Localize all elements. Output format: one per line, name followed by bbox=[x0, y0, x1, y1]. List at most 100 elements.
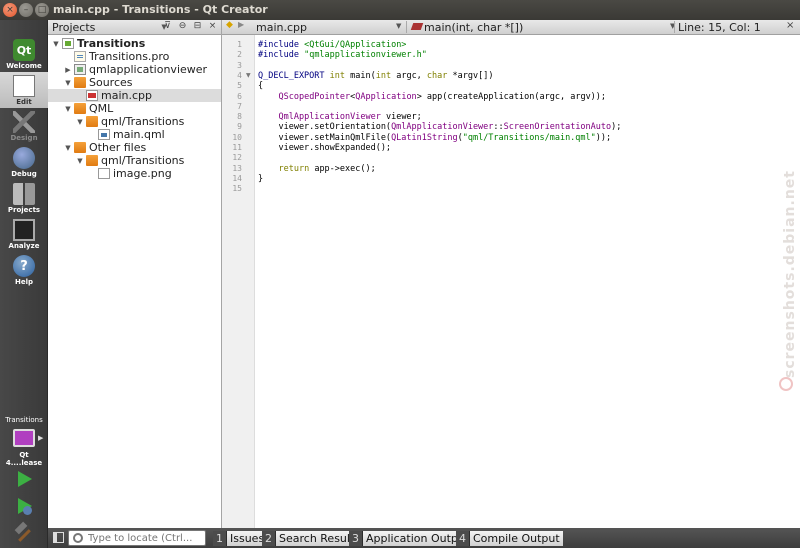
cursor-position[interactable]: Line: 15, Col: 1 bbox=[678, 21, 761, 34]
build-button[interactable] bbox=[14, 523, 34, 543]
start-debugging-button[interactable] bbox=[14, 496, 34, 516]
code-editor[interactable]: 1 2 3 4 ▼ 5 6 7 8 9 10 11 12 13 14 15 #include <QtGui/Q… bbox=[222, 35, 800, 528]
projects-icon bbox=[13, 183, 35, 205]
tree-item-label: main.cpp bbox=[101, 89, 152, 102]
close-document-icon[interactable]: × bbox=[786, 20, 794, 31]
tree-item-label: Sources bbox=[89, 76, 133, 89]
open-documents-combo[interactable]: main.cpp bbox=[256, 21, 307, 34]
tree-item[interactable]: image.png bbox=[48, 167, 221, 180]
tree-item[interactable]: main.cpp bbox=[48, 89, 221, 102]
mode-debug[interactable]: Debug bbox=[0, 144, 48, 180]
mode-label: Welcome bbox=[6, 62, 42, 70]
code-line[interactable]: viewer.setOrientation(QmlApplicationView… bbox=[258, 122, 621, 132]
target-project-label: Transitions bbox=[5, 416, 43, 424]
mode-label: Analyze bbox=[8, 242, 40, 250]
target-kit-label: Qt 4....lease bbox=[5, 451, 43, 467]
collapse-arrow-icon[interactable]: ▼ bbox=[76, 118, 84, 126]
tab-number: 4 bbox=[456, 531, 470, 546]
tree-item[interactable]: main.qml bbox=[48, 128, 221, 141]
output-tab-search-results[interactable]: 2 Search Results bbox=[262, 531, 364, 546]
maximize-window-button[interactable]: □ bbox=[35, 3, 49, 17]
code-line[interactable]: viewer.setMainQmlFile(QLatin1String("qml… bbox=[258, 133, 611, 143]
projects-view-selector[interactable]: Projects bbox=[52, 21, 95, 34]
tree-item-label: qmlapplicationviewer bbox=[89, 63, 208, 76]
expand-arrow-icon[interactable]: ▶ bbox=[64, 66, 72, 74]
mode-help[interactable]: ? Help bbox=[0, 252, 48, 288]
locator[interactable] bbox=[68, 530, 206, 546]
mode-analyze[interactable]: Analyze bbox=[0, 216, 48, 252]
toggle-sidebar-icon[interactable] bbox=[53, 532, 64, 543]
function-symbol-icon bbox=[410, 23, 424, 30]
collapse-arrow-icon[interactable]: ▼ bbox=[64, 79, 72, 87]
line-number-gutter[interactable]: 1 2 3 4 ▼ 5 6 7 8 9 10 11 12 13 14 15 bbox=[222, 35, 255, 528]
mode-edit[interactable]: Edit bbox=[0, 72, 48, 108]
code-line[interactable]: QScopedPointer<QApplication> app(createA… bbox=[258, 92, 606, 102]
qt-logo-icon: Qt bbox=[13, 39, 35, 61]
help-icon: ? bbox=[13, 255, 35, 277]
locator-input[interactable] bbox=[88, 532, 198, 544]
toolbar-separator bbox=[674, 21, 675, 33]
tree-item[interactable]: ▼ Transitions bbox=[48, 37, 221, 50]
chevron-down-icon[interactable]: ▼ bbox=[396, 22, 401, 30]
tree-item-label: Other files bbox=[89, 141, 147, 154]
line-number: 5 bbox=[237, 81, 242, 91]
symbol-combo[interactable]: main(int, char *[]) bbox=[424, 21, 523, 34]
close-panel-icon[interactable]: × bbox=[207, 21, 218, 32]
minimize-icon: – bbox=[23, 4, 29, 15]
tree-item[interactable]: ▶ qmlapplicationviewer bbox=[48, 63, 221, 76]
code-line[interactable]: #include <QtGui/QApplication> bbox=[258, 40, 406, 50]
tree-item[interactable]: ▼ Other files bbox=[48, 141, 221, 154]
folder-icon bbox=[86, 116, 98, 127]
run-button[interactable] bbox=[14, 469, 34, 489]
tree-item[interactable]: ▼ QML bbox=[48, 102, 221, 115]
code-line[interactable]: #include "qmlapplicationviewer.h" bbox=[258, 50, 427, 60]
close-window-button[interactable]: × bbox=[3, 3, 17, 17]
mode-label: Help bbox=[14, 278, 34, 286]
collapse-arrow-icon[interactable]: ▼ bbox=[64, 105, 72, 113]
code-line[interactable]: { bbox=[258, 81, 263, 91]
go-back-icon[interactable]: ◆ bbox=[226, 20, 233, 30]
collapse-arrow-icon[interactable]: ▼ bbox=[64, 144, 72, 152]
minimize-window-button[interactable]: – bbox=[19, 3, 33, 17]
tree-item-label: Transitions bbox=[77, 37, 146, 50]
output-tab-application-output[interactable]: 3 Application Output bbox=[349, 531, 473, 546]
sync-link-icon[interactable]: ⊖ bbox=[177, 21, 188, 32]
go-forward-icon[interactable]: ▶ bbox=[238, 20, 244, 29]
mode-design[interactable]: Design bbox=[0, 108, 48, 144]
mode-projects[interactable]: Projects bbox=[0, 180, 48, 216]
target-selector-monitor-icon[interactable] bbox=[13, 429, 35, 447]
line-number: 13 bbox=[232, 163, 242, 173]
design-icon bbox=[13, 111, 35, 133]
code-line[interactable]: } bbox=[258, 174, 263, 184]
output-tab-issues[interactable]: 1 Issues bbox=[213, 531, 268, 546]
collapse-arrow-icon[interactable]: ▼ bbox=[76, 157, 84, 165]
mode-label: Edit bbox=[16, 98, 32, 106]
filter-icon[interactable]: ⊽ bbox=[162, 21, 173, 32]
folder-icon bbox=[74, 103, 86, 114]
tree-item[interactable]: ▼ Sources bbox=[48, 76, 221, 89]
target-chevron-right-icon[interactable]: ▶ bbox=[38, 434, 43, 442]
code-line[interactable]: Q_DECL_EXPORT int main(int argc, char *a… bbox=[258, 71, 493, 81]
tree-item-label: Transitions.pro bbox=[89, 50, 170, 63]
close-icon: × bbox=[6, 4, 14, 15]
tree-item[interactable]: ▼ qml/Transitions bbox=[48, 115, 221, 128]
split-icon[interactable]: ⊟ bbox=[192, 21, 203, 32]
tree-item-label: qml/Transitions bbox=[101, 154, 185, 167]
output-tab-compile-output[interactable]: 4 Compile Output bbox=[456, 531, 563, 546]
tree-item[interactable]: ▼ qml/Transitions bbox=[48, 154, 221, 167]
tab-number: 1 bbox=[213, 531, 227, 546]
line-number: 7 bbox=[237, 101, 242, 111]
code-line[interactable]: viewer.showExpanded(); bbox=[258, 143, 391, 153]
pri-group-icon bbox=[74, 64, 86, 75]
line-number: 9 bbox=[237, 122, 242, 132]
collapse-arrow-icon[interactable]: ▼ bbox=[52, 40, 60, 48]
fold-marker-icon[interactable]: ▼ bbox=[246, 71, 251, 81]
folder-icon bbox=[74, 77, 86, 88]
tab-number: 2 bbox=[262, 531, 276, 546]
code-line[interactable]: QmlApplicationViewer viewer; bbox=[258, 112, 421, 122]
code-line[interactable]: return app->exec(); bbox=[258, 164, 375, 174]
tree-item-label: main.qml bbox=[113, 128, 165, 141]
pro-file-icon bbox=[74, 51, 86, 62]
mode-welcome[interactable]: Qt Welcome bbox=[0, 36, 48, 72]
tree-item[interactable]: Transitions.pro bbox=[48, 50, 221, 63]
